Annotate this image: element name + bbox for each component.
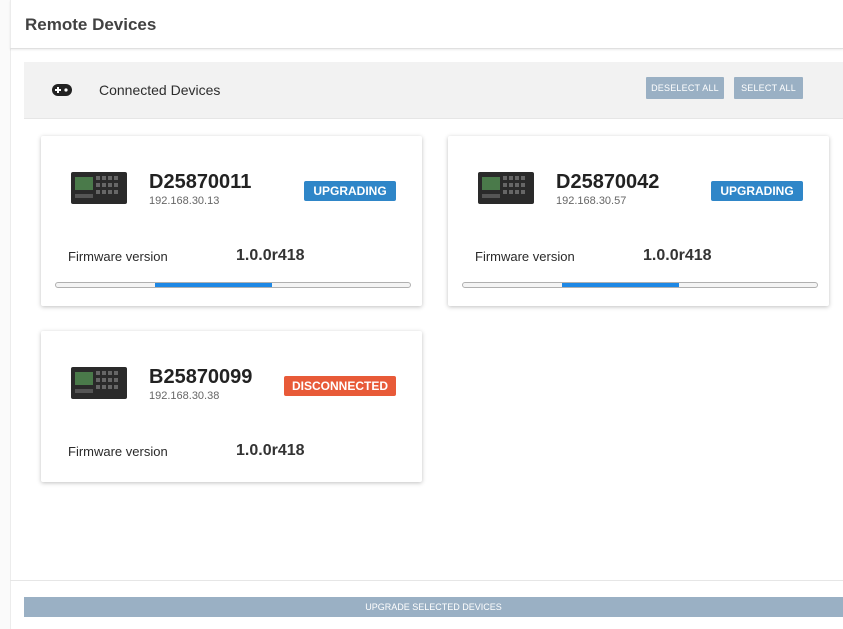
firmware-value: 1.0.0r418 xyxy=(643,247,712,264)
firmware-label: Firmware version xyxy=(68,444,168,459)
device-name: D25870042 xyxy=(556,171,660,193)
status-badge: UPGRADING xyxy=(304,181,396,201)
progress-fill xyxy=(155,283,272,287)
device-thumbnail-icon xyxy=(478,172,534,204)
progress-fill xyxy=(562,283,679,287)
device-ip: 192.168.30.38 xyxy=(149,390,220,402)
status-badge: UPGRADING xyxy=(711,181,803,201)
select-all-button[interactable]: SELECT ALL xyxy=(734,77,803,99)
device-card[interactable]: B25870099 192.168.30.38 DISCONNECTED Fir… xyxy=(41,331,422,482)
firmware-value: 1.0.0r418 xyxy=(236,247,305,264)
firmware-label: Firmware version xyxy=(68,249,168,264)
gamepad-icon xyxy=(52,84,72,96)
device-ip: 192.168.30.13 xyxy=(149,195,220,207)
devices-toolbar: Connected Devices DESELECT ALL SELECT AL… xyxy=(24,62,843,119)
page-title: Remote Devices xyxy=(25,15,157,34)
status-badge: DISCONNECTED xyxy=(284,376,396,396)
left-rail xyxy=(0,0,11,629)
deselect-all-button[interactable]: DESELECT ALL xyxy=(646,77,724,99)
connected-devices-title: Connected Devices xyxy=(99,82,221,98)
upgrade-progress-bar xyxy=(55,282,411,288)
firmware-value: 1.0.0r418 xyxy=(236,442,305,459)
firmware-label: Firmware version xyxy=(475,249,575,264)
device-thumbnail-icon xyxy=(71,367,127,399)
page-header: Remote Devices xyxy=(10,0,843,49)
device-name: D25870011 xyxy=(149,171,252,193)
device-thumbnail-icon xyxy=(71,172,127,204)
device-card[interactable]: D25870042 192.168.30.57 UPGRADING Firmwa… xyxy=(448,136,829,306)
device-name: B25870099 xyxy=(149,366,253,388)
upgrade-selected-devices-button[interactable]: UPGRADE SELECTED DEVICES xyxy=(24,597,843,617)
footer-divider xyxy=(10,580,843,581)
device-card[interactable]: D25870011 192.168.30.13 UPGRADING Firmwa… xyxy=(41,136,422,306)
device-ip: 192.168.30.57 xyxy=(556,195,627,207)
upgrade-progress-bar xyxy=(462,282,818,288)
